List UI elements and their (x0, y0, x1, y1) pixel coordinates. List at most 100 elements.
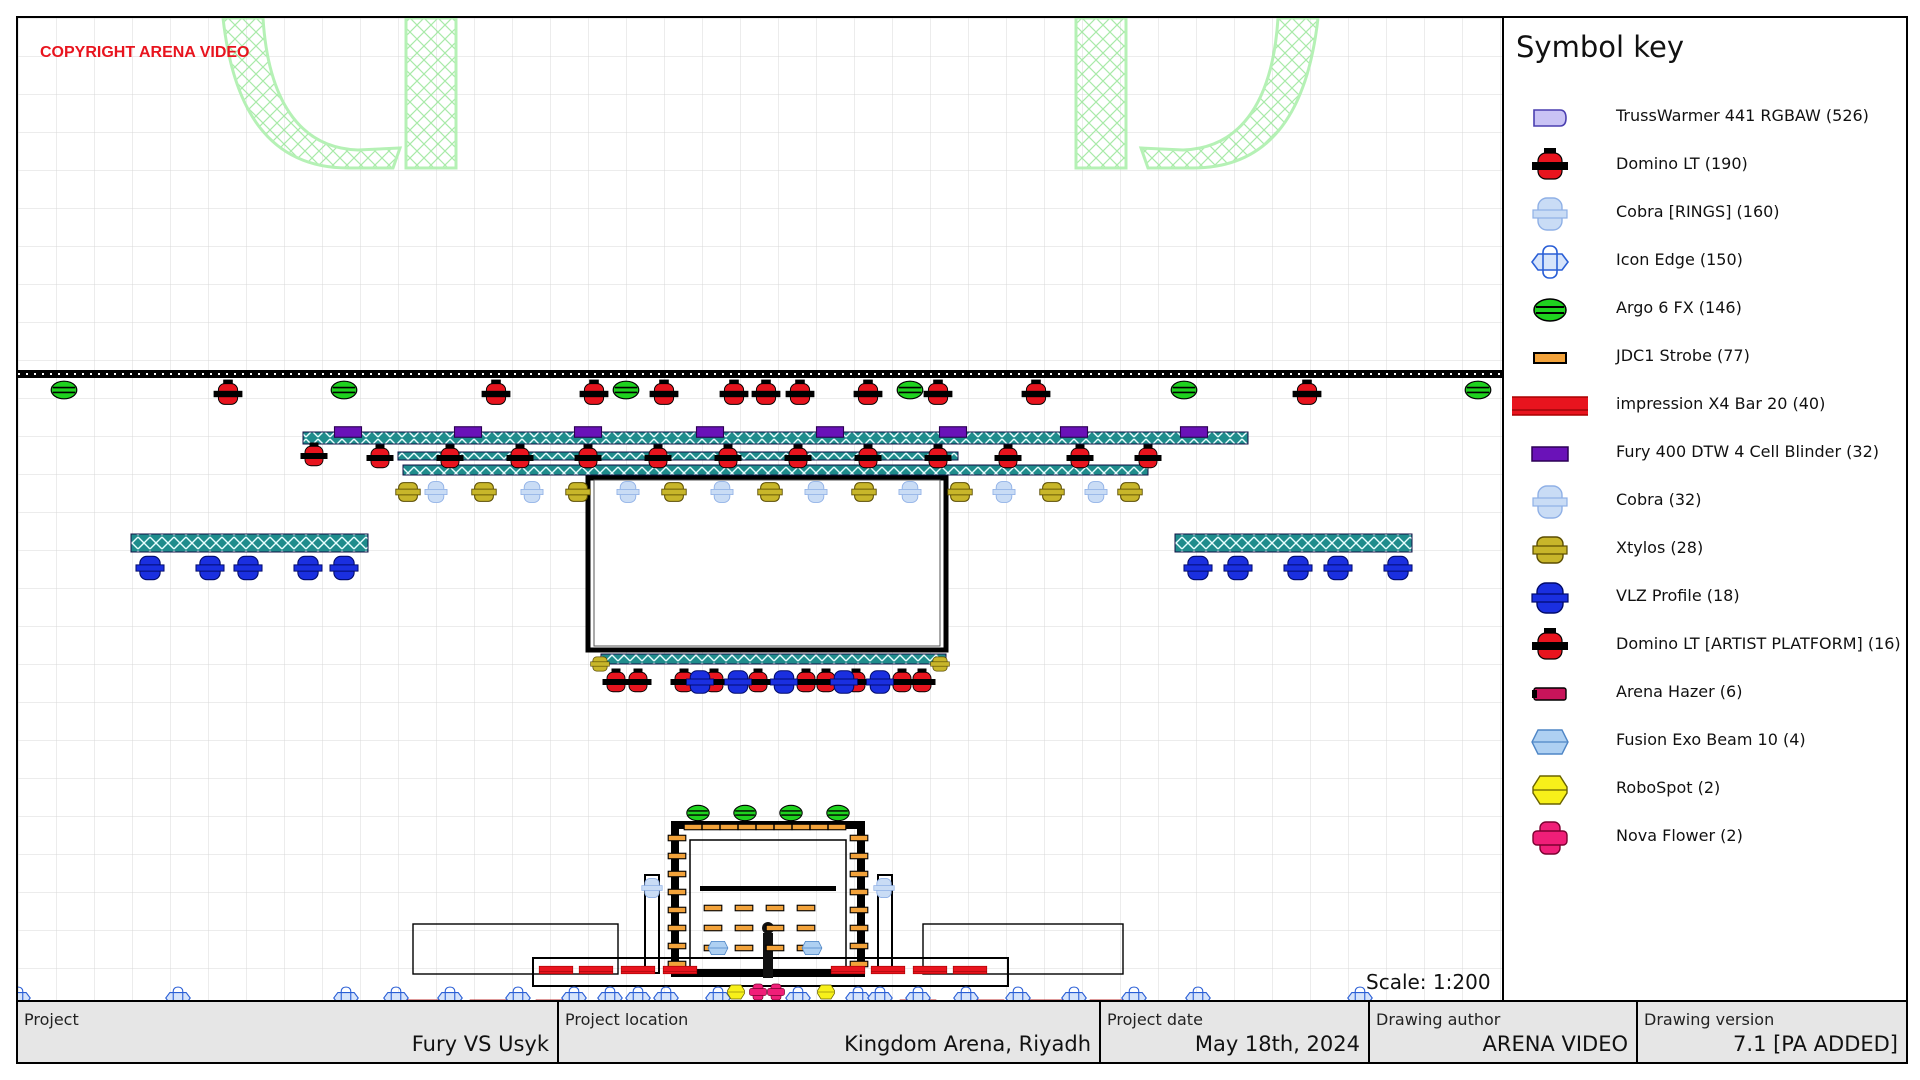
project-label: Project (24, 1010, 79, 1029)
title-cell-location: Project location Kingdom Arena, Riyadh (559, 1002, 1101, 1062)
vlz-fixture (1183, 555, 1213, 581)
symbol-key-row: Domino LT [ARTIST PLATFORM] (16) (1504, 622, 1906, 670)
strobe-fixture (765, 924, 785, 932)
video-screen (585, 475, 949, 653)
strobe-fixture (734, 944, 754, 952)
title-block: Project Fury VS Usyk Project location Ki… (16, 1000, 1908, 1064)
vlz-fixture (195, 555, 225, 581)
strobe-fixture (734, 904, 754, 912)
fury-blinder-icon (1512, 430, 1588, 478)
arena-hazer-icon (1512, 670, 1588, 718)
version-value: 7.1 [PA ADDED] (1733, 1032, 1898, 1056)
xtylos-fixture (930, 656, 950, 672)
blinder-fixture (695, 426, 725, 438)
strobe-fixture (765, 944, 785, 952)
strobe-fixture (719, 823, 739, 831)
scale-label: Scale: 1:200 (1366, 970, 1491, 994)
version-label: Drawing version (1644, 1010, 1775, 1029)
argo-fixture (826, 804, 850, 822)
symbol-key-label: Argo 6 FX (146) (1616, 298, 1742, 317)
truss-screen-bottom (600, 653, 947, 665)
cobra-icon (1512, 478, 1588, 526)
blinder-fixture (815, 426, 845, 438)
strobe-fixture (827, 823, 847, 831)
strobe-fixture (791, 823, 811, 831)
lighting-plot-drawing (18, 18, 1502, 1000)
symbol-key-row: Xtylos (28) (1504, 526, 1906, 574)
symbol-key-row: Arena Hazer (6) (1504, 670, 1906, 718)
xtylos-fixture (565, 482, 591, 502)
strobe-fixture (849, 942, 869, 950)
symbol-key-row: Icon Edge (150) (1504, 238, 1906, 286)
symbol-key-label: VLZ Profile (18) (1616, 586, 1740, 605)
bar-fixture (578, 965, 614, 975)
fusion-exo-beam-icon (1512, 718, 1588, 766)
vlz-fixture (830, 670, 858, 694)
trusswarmer-icon (1512, 94, 1588, 142)
symbol-key-title: Symbol key (1516, 30, 1685, 64)
fusion-fixture (707, 941, 729, 955)
xtylos-fixture (757, 482, 783, 502)
title-cell-project: Project Fury VS Usyk (18, 1002, 559, 1062)
strobe-fixture (667, 834, 687, 842)
vlz-fixture (293, 555, 323, 581)
artist-figure (763, 933, 773, 978)
vlz-fixture (686, 670, 714, 694)
truss-upper-wide (302, 431, 1249, 445)
symbol-key-label: Cobra [RINGS] (160) (1616, 202, 1780, 221)
symbol-key-label: Xtylos (28) (1616, 538, 1704, 557)
xtylos-fixture (590, 656, 610, 672)
symbol-key-row: TrussWarmer 441 RGBAW (526) (1504, 94, 1906, 142)
project-value: Fury VS Usyk (411, 1032, 549, 1056)
bar-fixture (830, 965, 866, 975)
domino-lt-icon (1512, 142, 1588, 190)
date-label: Project date (1107, 1010, 1203, 1029)
copyright-notice: COPYRIGHT ARENA VIDEO (40, 44, 250, 61)
strobe-fixture (667, 906, 687, 914)
strobe-fixture (849, 852, 869, 860)
argo-fixture (1464, 380, 1492, 400)
vlz-fixture (1323, 555, 1353, 581)
strobe-fixture (703, 924, 723, 932)
symbol-key-row: JDC1 Strobe (77) (1504, 334, 1906, 382)
strobe-fixture (755, 823, 775, 831)
symbol-key-label: Fury 400 DTW 4 Cell Blinder (32) (1616, 442, 1879, 461)
vlz-fixture (724, 670, 752, 694)
strobe-fixture (667, 942, 687, 950)
artist-structure-beam (700, 886, 836, 891)
symbol-key-label: Icon Edge (150) (1616, 250, 1743, 269)
symbol-key-row: Nova Flower (2) (1504, 814, 1906, 862)
xtylos-fixture (851, 482, 877, 502)
bar-fixture (912, 965, 948, 975)
strobe-fixture (796, 904, 816, 912)
xtylos-fixture (471, 482, 497, 502)
strobe-fixture (737, 823, 757, 831)
symbol-key-label: Nova Flower (2) (1616, 826, 1743, 845)
strobe-fixture (765, 904, 785, 912)
blinder-fixture (1059, 426, 1089, 438)
title-cell-author: Drawing author ARENA VIDEO (1370, 1002, 1638, 1062)
cobra-rings-icon (1512, 190, 1588, 238)
vlz-fixture (1283, 555, 1313, 581)
vlz-fixture (866, 670, 894, 694)
argo-6-fx-icon (1512, 286, 1588, 334)
strobe-fixture (734, 924, 754, 932)
strobe-fixture (703, 904, 723, 912)
strobe-fixture (796, 924, 816, 932)
author-value: ARENA VIDEO (1482, 1032, 1628, 1056)
ghost-truss-right-column (1074, 18, 1128, 170)
symbol-key: Symbol key TrussWarmer 441 RGBAW (526) Do… (1504, 18, 1906, 1000)
strobe-fixture (849, 834, 869, 842)
blinder-fixture (938, 426, 968, 438)
bar-fixture (620, 965, 656, 975)
xtylos-fixture (1039, 482, 1065, 502)
symbol-key-label: TrussWarmer 441 RGBAW (526) (1616, 106, 1869, 125)
blinder-fixture (573, 426, 603, 438)
strobe-fixture (849, 888, 869, 896)
symbol-key-label: Domino LT [ARTIST PLATFORM] (16) (1616, 634, 1901, 653)
strobe-fixture (667, 852, 687, 860)
robospot-icon (1512, 766, 1588, 814)
bar-fixture (870, 965, 906, 975)
truss-side-left (130, 533, 369, 553)
ghost-truss-left-column (404, 18, 458, 170)
